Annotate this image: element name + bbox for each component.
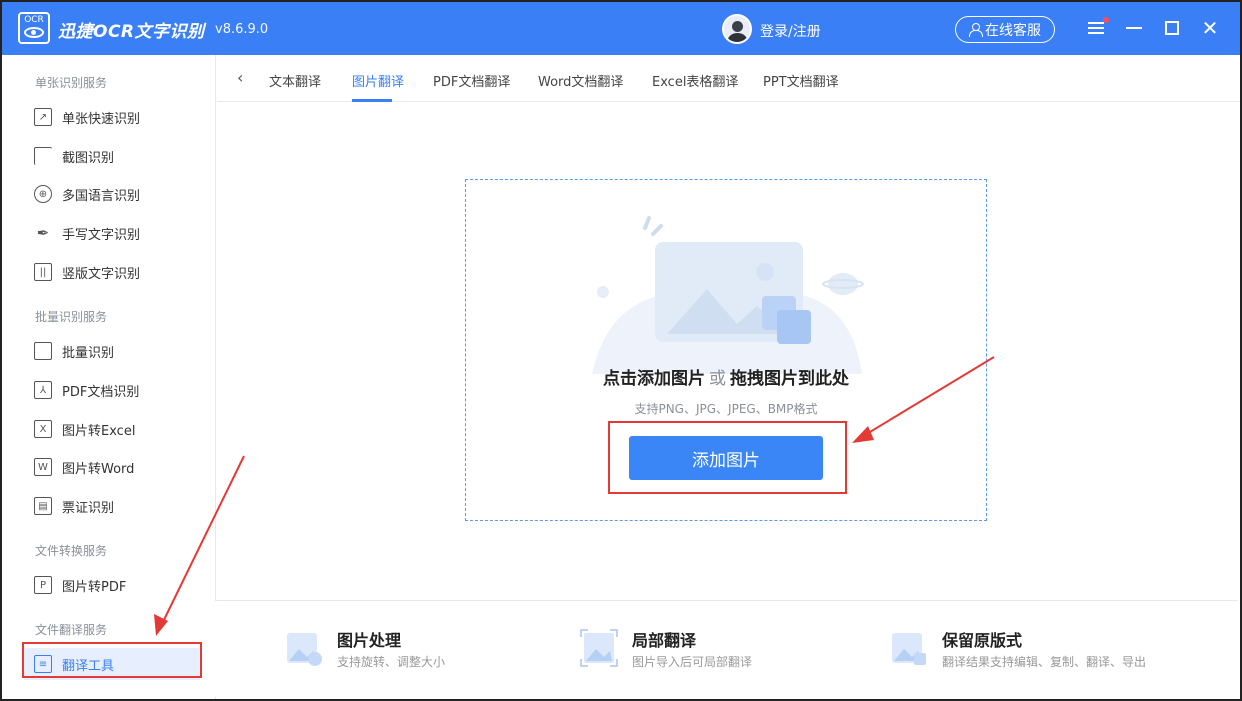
sidebar-item-certificate[interactable]: ▤ 票证识别 — [24, 490, 200, 522]
minimize-icon[interactable] — [1122, 16, 1146, 40]
tab-text-translate[interactable]: 文本翻译 — [269, 71, 321, 90]
image-icon: ↗ — [34, 108, 52, 126]
section-title-single: 单张识别服务 — [35, 76, 108, 90]
copy-icon — [34, 342, 52, 360]
tab-ppt-translate[interactable]: PPT文档翻译 — [763, 71, 839, 90]
avatar[interactable] — [722, 14, 752, 44]
app-version: v8.6.9.0 — [215, 22, 269, 37]
active-tab-indicator — [352, 99, 392, 102]
drop-title-or: 或 — [709, 369, 726, 389]
image-process-icon — [287, 633, 322, 666]
sidebar-item-label: 批量识别 — [62, 345, 115, 361]
feature-bar: 图片处理 支持旋转、调整大小 局部翻译 图片导入后可局部翻译 保留原版式 翻译结… — [215, 600, 1238, 697]
sidebar-item-image-to-excel[interactable]: X 图片转Excel — [24, 413, 200, 445]
tab-pdf-translate[interactable]: PDF文档翻译 — [433, 71, 510, 90]
upload-illustration-icon — [592, 216, 864, 374]
online-service-label: 在线客服 — [985, 22, 1041, 39]
section-title-batch: 批量识别服务 — [35, 310, 108, 324]
tab-word-translate[interactable]: Word文档翻译 — [538, 71, 623, 90]
sidebar-item-label: 截图识别 — [62, 150, 115, 166]
crop-icon — [34, 147, 52, 165]
tab-image-translate[interactable]: 图片翻译 — [352, 71, 404, 90]
maximize-icon[interactable] — [1160, 16, 1184, 40]
supported-formats: 支持PNG、JPG、JPEG、BMP格式 — [634, 402, 818, 416]
sidebar-item-quick-recognize[interactable]: ↗ 单张快速识别 — [24, 101, 200, 133]
sidebar-item-label: 票证识别 — [62, 500, 115, 516]
pen-icon: ✒ — [36, 224, 50, 242]
drop-zone-title: 点击添加图片或拖拽图片到此处 — [465, 364, 987, 389]
excel-icon: X — [34, 420, 52, 438]
sidebar-item-multilanguage[interactable]: ⊕ 多国语言识别 — [24, 178, 200, 210]
sidebar: 单张识别服务 ↗ 单张快速识别 截图识别 ⊕ 多国语言识别 ✒ 手写文字识别 || 竖版… — [2, 55, 216, 699]
partial-translate-icon — [580, 629, 618, 667]
keep-layout-icon — [892, 633, 926, 665]
tab-bar: ‹ 文本翻译 图片翻译 PDF文档翻译 Word文档翻译 Excel表格翻译 P… — [217, 55, 1240, 102]
sidebar-item-label: 图片转Excel — [62, 423, 136, 439]
annotation-box-translate-tool — [22, 642, 202, 678]
sidebar-item-label: 单张快速识别 — [62, 111, 141, 127]
close-icon[interactable]: ✕ — [1198, 16, 1222, 40]
feature-desc: 翻译结果支持编辑、复制、翻译、导出 — [942, 655, 1147, 669]
sidebar-item-label: 手写文字识别 — [62, 227, 141, 243]
section-title-convert: 文件转换服务 — [35, 544, 108, 558]
drop-title-click: 点击添加图片 — [603, 369, 705, 389]
id-card-icon: ▤ — [34, 497, 52, 515]
ocr-logo-icon: OCR — [18, 12, 50, 44]
person-icon — [969, 23, 983, 37]
section-title-translate: 文件翻译服务 — [35, 623, 108, 637]
online-service-button[interactable]: 在线客服 — [955, 16, 1055, 43]
vertical-text-icon: || — [34, 263, 52, 281]
app-name: 迅捷OCR文字识别 — [58, 22, 205, 42]
drop-title-drag: 拖拽图片到此处 — [730, 369, 849, 389]
sidebar-item-screenshot[interactable]: 截图识别 — [24, 140, 200, 172]
title-bar: OCR 迅捷OCR文字识别 v8.6.9.0 登录/注册 在线客服 ✕ — [2, 2, 1240, 55]
sidebar-item-label: 图片转PDF — [62, 579, 127, 595]
feature-title: 图片处理 — [337, 631, 402, 650]
sidebar-item-handwriting[interactable]: ✒ 手写文字识别 — [24, 217, 200, 249]
sidebar-item-vertical-text[interactable]: || 竖版文字识别 — [24, 256, 200, 288]
sidebar-item-pdf-recognize[interactable]: ⅄ PDF文档识别 — [24, 374, 200, 406]
pdf-file-icon: P — [34, 576, 52, 594]
login-register-link[interactable]: 登录/注册 — [760, 21, 821, 41]
sidebar-item-image-to-pdf[interactable]: P 图片转PDF — [24, 569, 200, 601]
feature-title: 局部翻译 — [632, 631, 697, 650]
annotation-box-add-button — [608, 421, 847, 494]
logo-text: OCR — [24, 15, 44, 25]
sidebar-item-label: 多国语言识别 — [62, 188, 141, 204]
feature-desc: 图片导入后可局部翻译 — [632, 655, 753, 669]
menu-icon[interactable] — [1084, 16, 1109, 40]
sidebar-item-batch[interactable]: 批量识别 — [24, 335, 200, 367]
back-arrow-icon[interactable]: ‹ — [237, 70, 251, 86]
sidebar-item-label: 竖版文字识别 — [62, 266, 141, 282]
tab-excel-translate[interactable]: Excel表格翻译 — [652, 71, 738, 90]
notification-dot — [1103, 17, 1109, 23]
feature-desc: 支持旋转、调整大小 — [337, 655, 446, 669]
sidebar-item-label: 图片转Word — [62, 461, 135, 477]
globe-icon: ⊕ — [34, 185, 52, 203]
sidebar-item-image-to-word[interactable]: W 图片转Word — [24, 451, 200, 483]
pdf-icon: ⅄ — [34, 381, 52, 399]
word-icon: W — [34, 458, 52, 476]
sidebar-item-label: PDF文档识别 — [62, 384, 140, 400]
feature-title: 保留原版式 — [942, 631, 1023, 650]
